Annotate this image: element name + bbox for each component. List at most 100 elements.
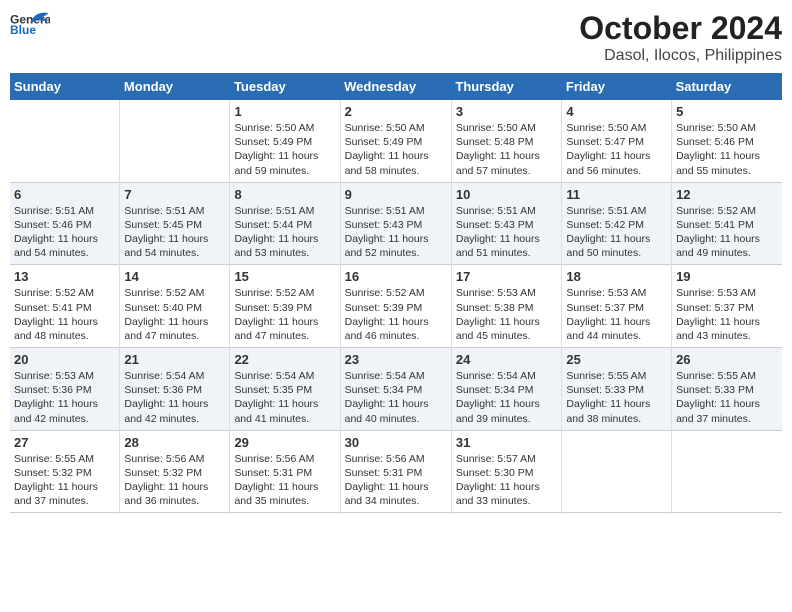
calendar-cell: 14Sunrise: 5:52 AMSunset: 5:40 PMDayligh… [120, 265, 230, 348]
day-info: Sunset: 5:40 PM [124, 301, 225, 315]
day-info: Daylight: 11 hours and 35 minutes. [234, 480, 335, 508]
day-info: Sunrise: 5:50 AM [676, 121, 778, 135]
calendar-cell: 25Sunrise: 5:55 AMSunset: 5:33 PMDayligh… [562, 348, 672, 431]
calendar-cell [562, 430, 672, 513]
day-info: Sunrise: 5:50 AM [456, 121, 558, 135]
day-info: Sunrise: 5:54 AM [456, 369, 558, 383]
calendar-cell: 29 Sunrise: 5:56 AMSunset: 5:31 PMDayligh… [230, 430, 340, 513]
day-info: Sunrise: 5:56 AM [234, 452, 335, 466]
day-info: Daylight: 11 hours and 58 minutes. [345, 149, 447, 177]
calendar-week-row: 27Sunrise: 5:55 AMSunset: 5:32 PMDayligh… [10, 430, 782, 513]
calendar-cell: 17Sunrise: 5:53 AMSunset: 5:38 PMDayligh… [451, 265, 562, 348]
day-info: Daylight: 11 hours and 41 minutes. [234, 397, 335, 425]
day-info: Sunset: 5:41 PM [676, 218, 778, 232]
calendar-cell: 27Sunrise: 5:55 AMSunset: 5:32 PMDayligh… [10, 430, 120, 513]
calendar-cell: 31Sunrise: 5:57 AMSunset: 5:30 PMDayligh… [451, 430, 562, 513]
day-number: 26 [676, 352, 778, 367]
day-info: Daylight: 11 hours and 40 minutes. [345, 397, 447, 425]
day-number: 8 [234, 187, 335, 202]
day-info: Sunrise: 5:50 AM [234, 121, 335, 135]
day-number: 15 [234, 269, 335, 284]
calendar-cell: 22Sunrise: 5:54 AMSunset: 5:35 PMDayligh… [230, 348, 340, 431]
day-info: Daylight: 11 hours and 54 minutes. [14, 232, 115, 260]
day-info: Sunset: 5:31 PM [234, 466, 335, 480]
calendar-cell: 12 Sunrise: 5:52 AMSunset: 5:41 PMDayligh… [672, 182, 782, 265]
day-info: Sunset: 5:32 PM [14, 466, 115, 480]
day-info: Daylight: 11 hours and 56 minutes. [566, 149, 667, 177]
calendar-cell [120, 100, 230, 182]
day-info: Daylight: 11 hours and 55 minutes. [676, 149, 778, 177]
col-monday: Monday [120, 73, 230, 100]
day-number: 24 [456, 352, 558, 367]
day-info: Sunrise: 5:52 AM [345, 286, 447, 300]
calendar-cell: 30Sunrise: 5:56 AMSunset: 5:31 PMDayligh… [340, 430, 451, 513]
day-info: Daylight: 11 hours and 38 minutes. [566, 397, 667, 425]
day-number: 19 [676, 269, 778, 284]
day-info: Daylight: 11 hours and 59 minutes. [234, 149, 335, 177]
day-number: 21 [124, 352, 225, 367]
day-info: Sunset: 5:35 PM [234, 383, 335, 397]
day-number: 14 [124, 269, 225, 284]
day-number: 11 [566, 187, 667, 202]
day-number: 20 [14, 352, 115, 367]
day-info: Daylight: 11 hours and 34 minutes. [345, 480, 447, 508]
day-info: Sunrise: 5:50 AM [566, 121, 667, 135]
calendar-header-row: Sunday Monday Tuesday Wednesday Thursday… [10, 73, 782, 100]
day-info: Daylight: 11 hours and 37 minutes. [676, 397, 778, 425]
calendar-cell: 2Sunrise: 5:50 AMSunset: 5:49 PMDaylight… [340, 100, 451, 182]
page-subtitle: Dasol, Ilocos, Philippines [579, 47, 782, 65]
page-header: General Blue October 2024 Dasol, Ilocos,… [10, 10, 782, 65]
day-info: Sunset: 5:39 PM [345, 301, 447, 315]
day-info: Daylight: 11 hours and 57 minutes. [456, 149, 558, 177]
col-wednesday: Wednesday [340, 73, 451, 100]
day-info: Sunset: 5:42 PM [566, 218, 667, 232]
svg-text:Blue: Blue [10, 23, 36, 37]
day-info: Sunrise: 5:52 AM [234, 286, 335, 300]
calendar-cell: 10Sunrise: 5:51 AMSunset: 5:43 PMDayligh… [451, 182, 562, 265]
day-info: Sunrise: 5:51 AM [345, 204, 447, 218]
day-info: Sunrise: 5:56 AM [345, 452, 447, 466]
day-number: 17 [456, 269, 558, 284]
day-info: Sunset: 5:39 PM [234, 301, 335, 315]
day-info: Daylight: 11 hours and 48 minutes. [14, 315, 115, 343]
day-info: Sunrise: 5:54 AM [345, 369, 447, 383]
col-sunday: Sunday [10, 73, 120, 100]
day-info: Sunrise: 5:55 AM [14, 452, 115, 466]
day-info: Daylight: 11 hours and 33 minutes. [456, 480, 558, 508]
day-info: Sunset: 5:36 PM [124, 383, 225, 397]
day-info: Daylight: 11 hours and 46 minutes. [345, 315, 447, 343]
calendar-cell: 7Sunrise: 5:51 AMSunset: 5:45 PMDaylight… [120, 182, 230, 265]
day-info: Sunrise: 5:55 AM [676, 369, 778, 383]
logo: General Blue [10, 10, 50, 40]
day-info: Sunrise: 5:53 AM [456, 286, 558, 300]
calendar-cell: 1Sunrise: 5:50 AMSunset: 5:49 PMDaylight… [230, 100, 340, 182]
calendar-week-row: 20 Sunrise: 5:53 AM Sunset: 5:36 PM Dayligh… [10, 348, 782, 431]
day-info: Daylight: 11 hours and 42 minutes. [14, 397, 115, 425]
day-number: 29 [234, 435, 335, 450]
day-info: Daylight: 11 hours and 53 minutes. [234, 232, 335, 260]
day-info: Sunrise: 5:53 AM [14, 369, 115, 383]
day-info: Sunset: 5:43 PM [345, 218, 447, 232]
day-info: Sunset: 5:48 PM [456, 135, 558, 149]
day-info: Sunset: 5:32 PM [124, 466, 225, 480]
day-number: 9 [345, 187, 447, 202]
day-info: Daylight: 11 hours and 37 minutes. [14, 480, 115, 508]
day-number: 12 [676, 187, 778, 202]
day-info: Daylight: 11 hours and 50 minutes. [566, 232, 667, 260]
day-number: 28 [124, 435, 225, 450]
day-number: 18 [566, 269, 667, 284]
day-info: Daylight: 11 hours and 47 minutes. [234, 315, 335, 343]
calendar-cell: 21Sunrise: 5:54 AMSunset: 5:36 PMDayligh… [120, 348, 230, 431]
calendar-cell: 18Sunrise: 5:53 AMSunset: 5:37 PMDayligh… [562, 265, 672, 348]
calendar-week-row: 13Sunrise: 5:52 AMSunset: 5:41 PMDayligh… [10, 265, 782, 348]
day-info: Daylight: 11 hours and 49 minutes. [676, 232, 778, 260]
day-info: Daylight: 11 hours and 36 minutes. [124, 480, 225, 508]
day-info: Sunrise: 5:52 AM [676, 204, 778, 218]
day-info: Sunset: 5:30 PM [456, 466, 558, 480]
day-number: 4 [566, 104, 667, 119]
page-title: October 2024 [579, 10, 782, 47]
day-info: Sunset: 5:46 PM [676, 135, 778, 149]
day-info: Daylight: 11 hours and 39 minutes. [456, 397, 558, 425]
day-number: 25 [566, 352, 667, 367]
col-friday: Friday [562, 73, 672, 100]
